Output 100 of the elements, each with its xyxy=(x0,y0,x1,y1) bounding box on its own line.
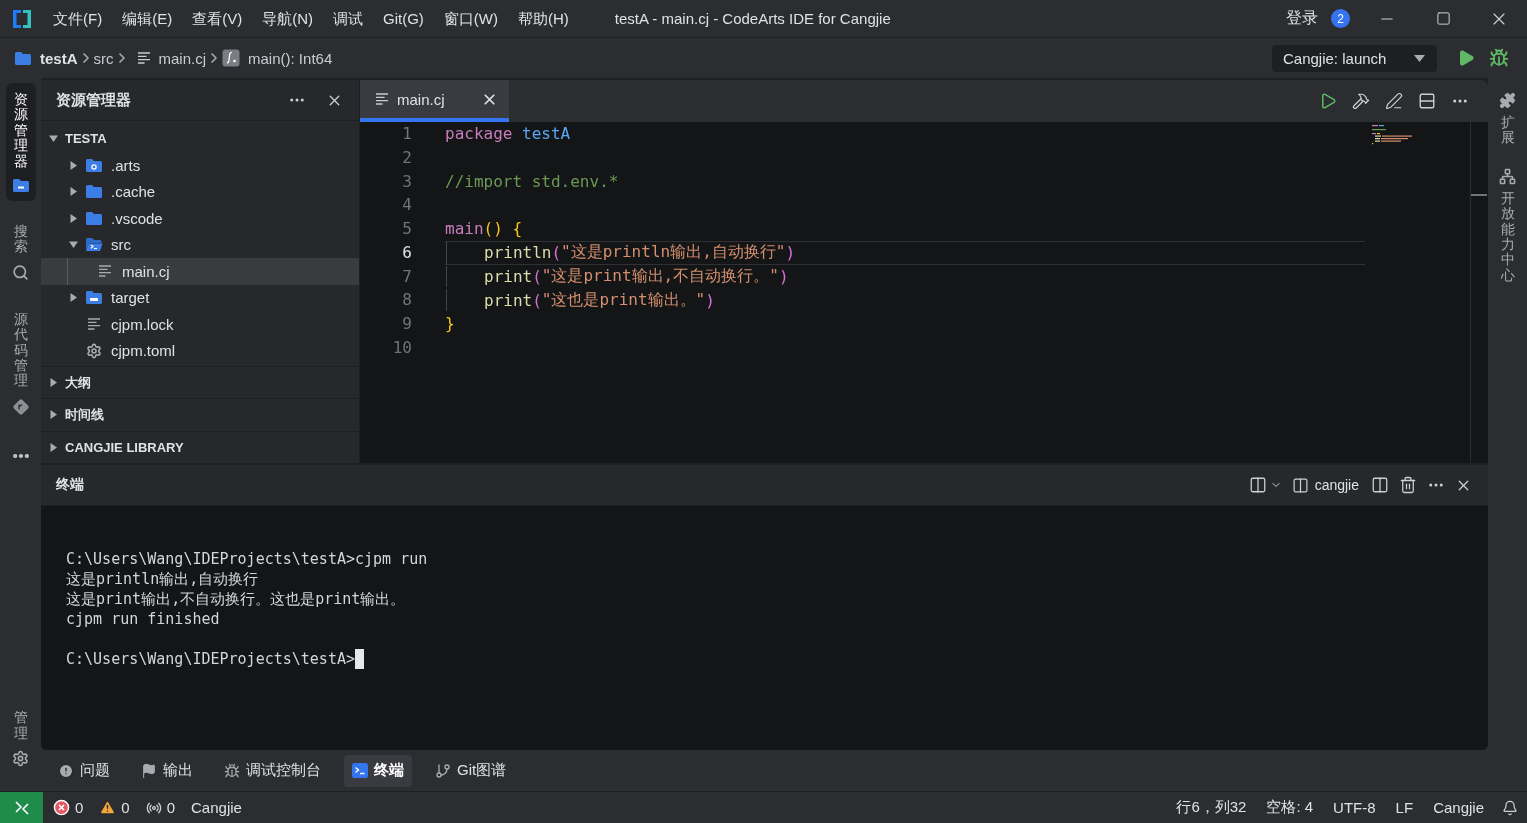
line-number: 6 xyxy=(401,241,412,264)
tree-item[interactable]: cjpm.lock xyxy=(41,311,359,338)
caret-right-icon[interactable] xyxy=(48,442,58,452)
tree-item[interactable]: cjpm.toml xyxy=(41,337,359,364)
menu-item[interactable]: 帮助(H) xyxy=(517,8,569,29)
status-item[interactable]: LF xyxy=(1393,799,1416,816)
tree-item[interactable]: .arts xyxy=(41,152,359,179)
editor-tab[interactable]: main.cj xyxy=(360,80,509,122)
panel-tab[interactable]: 终端 xyxy=(344,754,412,787)
menu-item[interactable]: 编辑(E) xyxy=(122,8,173,29)
search-icon xyxy=(12,263,29,281)
split-panel-icon[interactable] xyxy=(1248,476,1267,494)
trash-icon[interactable] xyxy=(1399,476,1417,494)
panel-tab[interactable]: 调试控制台 xyxy=(216,754,329,787)
status-item[interactable]: 行6，列32 xyxy=(1174,798,1249,817)
pencil-icon[interactable] xyxy=(1385,92,1403,110)
caret-right-icon[interactable] xyxy=(48,378,58,388)
terminal-line: 这是print输出,不自动换行。这也是print输出。 xyxy=(66,589,407,609)
menu-item[interactable]: 导航(N) xyxy=(262,8,313,29)
hammer-icon[interactable] xyxy=(1352,92,1370,110)
bell-icon[interactable] xyxy=(1502,799,1518,816)
status-item[interactable]: 0 xyxy=(97,799,132,816)
folder-icon xyxy=(11,177,30,193)
login-button[interactable]: 登录 xyxy=(1286,8,1318,29)
split-editor-icon[interactable] xyxy=(1418,92,1436,110)
remote-button[interactable] xyxy=(0,792,43,823)
tree-item[interactable]: src xyxy=(41,231,359,258)
menu-item[interactable]: 调试 xyxy=(333,8,363,29)
menu-item[interactable]: 查看(V) xyxy=(192,8,243,29)
section-header[interactable]: 大纲 xyxy=(41,366,359,399)
run-config-dropdown[interactable]: Cangjie: launch xyxy=(1272,44,1437,72)
code-line: package testA xyxy=(445,123,572,146)
menu-item[interactable]: Git(G) xyxy=(383,8,424,29)
tree-item[interactable]: TESTA xyxy=(41,124,359,152)
folder-icon xyxy=(85,184,103,200)
terminal-prompt: C:\Users\Wang\IDEProjects\testA> xyxy=(66,649,355,669)
panel-title: 资源管理器 xyxy=(56,90,131,110)
caret-down-icon xyxy=(1414,54,1425,62)
tree-item[interactable]: .vscode xyxy=(41,205,359,232)
status-item[interactable]: 空格: 4 xyxy=(1264,798,1316,817)
panel-title: 终端 xyxy=(56,476,84,494)
section-header[interactable]: 时间线 xyxy=(41,398,359,431)
status-item[interactable]: Cangjie xyxy=(1431,799,1486,816)
open-folder-icon xyxy=(85,237,103,253)
activity-tab[interactable]: 搜索 xyxy=(5,214,36,289)
caret-right-icon[interactable] xyxy=(68,160,78,170)
panel-tab[interactable]: 输出 xyxy=(133,754,201,787)
settings-icon xyxy=(12,750,29,767)
scrollbar-marker xyxy=(1471,194,1487,196)
panel-tab[interactable]: 问题 xyxy=(50,754,118,787)
menu-item[interactable]: 窗口(W) xyxy=(443,8,498,29)
caret-right-icon[interactable] xyxy=(68,187,78,197)
breadcrumb-item[interactable]: main(): Int64 xyxy=(222,49,333,67)
status-item[interactable]: 0 xyxy=(143,799,178,816)
terminal-instance[interactable]: cangjie xyxy=(1291,476,1359,494)
activity-tab[interactable]: 开放能力中心 xyxy=(1492,167,1523,284)
status-item[interactable]: Cangjie xyxy=(189,799,244,816)
text-lines-icon xyxy=(98,265,112,278)
activity-tab[interactable]: 资源管理器 xyxy=(5,83,36,201)
activity-tab[interactable]: 源代码管理 xyxy=(5,302,36,424)
line-number: 10 xyxy=(391,336,412,359)
section-header[interactable]: CANGJIE LIBRARY xyxy=(41,430,359,463)
alert-circle-icon xyxy=(58,762,74,779)
code-line: } xyxy=(445,313,456,336)
menu-item[interactable]: 文件(F) xyxy=(53,8,103,29)
git-branch-icon xyxy=(435,762,451,779)
status-item[interactable]: UTF-8 xyxy=(1331,799,1378,816)
code-line: //import std.env.* xyxy=(445,170,620,193)
minimap-drawing xyxy=(1372,125,1412,145)
caret-down-icon[interactable] xyxy=(48,133,58,143)
code-line: main() { xyxy=(445,218,524,241)
activity-tab[interactable]: 管理 xyxy=(5,701,36,775)
line-number: 5 xyxy=(401,218,412,240)
split-panel-icon[interactable] xyxy=(1371,476,1389,494)
chevron-right-icon xyxy=(117,52,126,64)
panel-tab[interactable]: Git图谱 xyxy=(427,754,515,787)
debug-icon[interactable] xyxy=(1489,48,1509,68)
folder-icon xyxy=(85,290,103,306)
line-number: 1 xyxy=(401,123,412,145)
folder-icon xyxy=(85,157,103,173)
terminal-icon xyxy=(352,763,368,778)
run-icon[interactable] xyxy=(1457,49,1475,67)
line-number: 8 xyxy=(401,289,412,312)
maximize-icon[interactable] xyxy=(1435,11,1451,26)
breadcrumb-item[interactable]: main.cj xyxy=(137,49,207,67)
tree-item[interactable]: .cache xyxy=(41,178,359,205)
terminal-line: 这是println输出,自动换行 xyxy=(66,569,260,589)
caret-down-icon[interactable] xyxy=(68,240,78,250)
tree-item[interactable]: target xyxy=(41,284,359,311)
line-number: 3 xyxy=(401,170,412,193)
caret-right-icon[interactable] xyxy=(48,410,58,420)
tree-item[interactable]: main.cj xyxy=(41,258,359,285)
activity-tab[interactable]: 扩展 xyxy=(1492,92,1523,146)
status-item[interactable]: 0 xyxy=(51,799,86,816)
run-icon[interactable] xyxy=(1319,92,1337,110)
breadcrumb-item[interactable]: src xyxy=(93,49,114,67)
caret-right-icon[interactable] xyxy=(68,293,78,303)
terminal-line: C:\Users\Wang\IDEProjects\testA>cjpm run xyxy=(66,549,429,569)
caret-right-icon[interactable] xyxy=(68,213,78,223)
breadcrumb-item[interactable]: testA xyxy=(14,49,78,67)
